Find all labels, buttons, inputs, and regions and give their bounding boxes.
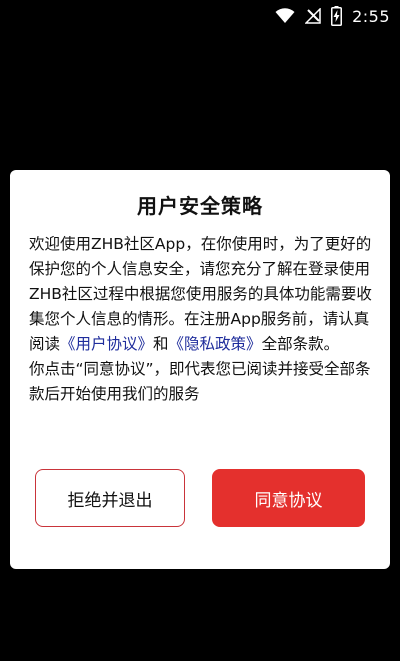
security-policy-dialog: 用户安全策略 欢迎使用ZHB社区App，在你使用时，为了更好的保护您的个人信息安… xyxy=(10,170,390,569)
reject-and-exit-button[interactable]: 拒绝并退出 xyxy=(35,469,185,527)
signal-off-icon xyxy=(305,8,321,24)
agree-button[interactable]: 同意协议 xyxy=(212,469,365,527)
user-agreement-link[interactable]: 《用户协议》 xyxy=(60,335,153,353)
body-text-consent: 你点击“同意协议”，即代表您已阅读并接受全部条款后开始使用我们的服务 xyxy=(29,360,371,403)
privacy-policy-link[interactable]: 《隐私政策》 xyxy=(169,335,262,353)
status-bar: 2:55 xyxy=(0,0,400,32)
status-time: 2:55 xyxy=(352,6,390,26)
dialog-body: 欢迎使用ZHB社区App，在你使用时，为了更好的保护您的个人信息安全，请您充分了… xyxy=(29,232,373,407)
status-icons: 2:55 xyxy=(275,4,390,28)
battery-charging-icon xyxy=(331,6,343,26)
dialog-title: 用户安全策略 xyxy=(137,194,263,218)
body-text-all-terms: 全部条款。 xyxy=(261,335,340,353)
body-text-and: 和 xyxy=(153,335,169,353)
wifi-icon xyxy=(275,8,295,24)
